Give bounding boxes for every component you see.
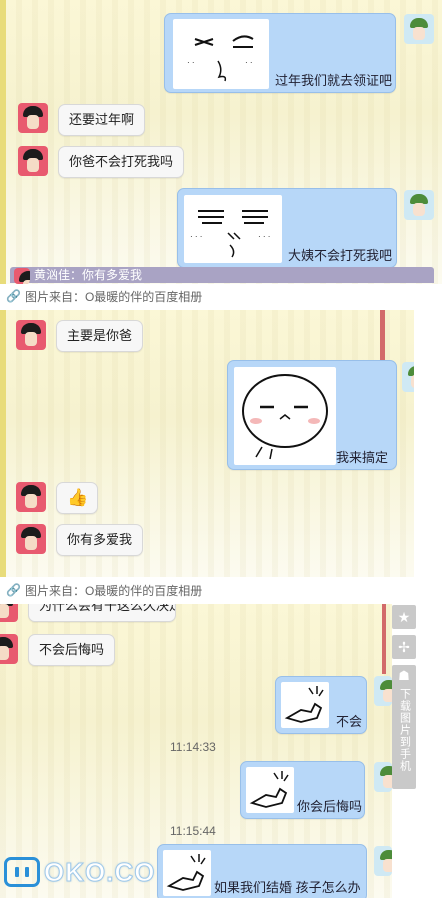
message-bubble: · · · · 过年我们就去领证吧 xyxy=(164,13,396,93)
download-to-phone-button[interactable]: ☗ 下载图片到手机 xyxy=(392,665,416,789)
squint-face-sticker: · · · · xyxy=(173,19,269,89)
squint-face-icon: · · · · · · xyxy=(190,210,270,258)
star-icon[interactable]: ★ xyxy=(392,605,416,629)
svg-text:· ·: · · xyxy=(245,58,253,67)
bun-face-icon xyxy=(242,374,328,460)
message-text: 不会 xyxy=(336,714,363,729)
move-icon[interactable]: ✢ xyxy=(392,635,416,659)
photo-source-caption: 🔗 图片来自：O最暖的伴的百度相册 xyxy=(0,285,420,307)
download-label: 下载图片到手机 xyxy=(398,688,411,772)
thumbs-up-icon: 👍 xyxy=(67,488,89,507)
avatar xyxy=(16,524,46,554)
avatar xyxy=(18,103,48,133)
timestamp: 11:14:33 xyxy=(170,740,216,754)
message-text: 过年我们就去领证吧 xyxy=(275,73,393,88)
photo-source-text[interactable]: 图片来自：O最暖的伴的百度相册 xyxy=(25,288,202,305)
avatar xyxy=(18,146,48,176)
avatar xyxy=(0,634,18,664)
side-toolbar: ★ ✢ ☗ 下载图片到手机 xyxy=(392,605,416,789)
message-bubble: 不会后悔吗 xyxy=(28,634,116,666)
message-text: 你会后悔吗 xyxy=(297,799,363,814)
android-icon: ☗ xyxy=(398,668,410,683)
timestamp: 11:15:44 xyxy=(170,824,216,838)
rage-hand-sticker xyxy=(281,682,329,728)
chat-screenshot-1: · · · · 过年我们就去领证吧 还要过年啊 你爸不会打死我吗 · · · ·… xyxy=(0,0,442,284)
message-bubble: · · · · · · 大姨不会打死我吧 xyxy=(177,188,397,268)
photo-source-caption: 🔗 图片来自：O最暖的伴的百度相册 xyxy=(0,579,420,601)
left-edge-bar xyxy=(0,310,6,577)
message-bubble: 你有多爱我 xyxy=(56,524,144,556)
message-bubble: 主要是你爸 xyxy=(56,320,144,352)
rage-hand-sticker xyxy=(163,850,211,896)
avatar xyxy=(404,14,434,44)
watermark-text: OKO.CO xyxy=(43,856,156,887)
fence-post xyxy=(382,604,386,674)
message-bubble: 👍 xyxy=(56,482,98,514)
avatar xyxy=(402,362,414,392)
avatar xyxy=(374,762,392,792)
message-bubble: 你会后悔吗 xyxy=(240,761,365,819)
svg-text:· · ·: · · · xyxy=(190,232,202,241)
avatar xyxy=(16,482,46,512)
avatar xyxy=(16,320,46,350)
squint-face-icon: · · · · xyxy=(187,35,254,82)
rage-hand-icon xyxy=(284,686,324,723)
bun-face-sticker xyxy=(234,367,336,465)
message-text: 我来搞定 xyxy=(336,450,389,465)
svg-text:· ·: · · xyxy=(187,58,195,67)
message-bubble: 我来搞定 xyxy=(227,360,397,470)
message-text: 大姨不会打死我吧 xyxy=(288,248,393,263)
rage-hand-icon xyxy=(249,771,289,808)
avatar xyxy=(374,676,392,706)
status-strip: 黄汹佳：你有多爱我 xyxy=(10,267,434,283)
avatar xyxy=(14,268,30,284)
avatar xyxy=(404,190,434,220)
photo-source-text[interactable]: 图片来自：O最暖的伴的百度相册 xyxy=(25,582,202,599)
message-bubble: 为什么会有干这么久决定 xyxy=(28,604,176,622)
rage-hand-sticker xyxy=(246,767,294,813)
chat-screenshot-2: 主要是你爸 我来搞定 👍 你有多爱我 xyxy=(0,310,414,577)
avatar xyxy=(374,846,392,876)
message-bubble: 还要过年啊 xyxy=(58,104,146,136)
message-text: 如果我们结婚 孩子怎么办 xyxy=(214,880,361,895)
watermark-logo-icon xyxy=(4,857,40,887)
rage-hand-icon xyxy=(166,854,206,891)
svg-text:· · ·: · · · xyxy=(258,232,270,241)
message-bubble: 你爸不会打死我吗 xyxy=(58,146,185,178)
chat-screenshot-3: 为什么会有干这么久决定 不会后悔吗 不会 11:14:33 你会后悔吗 11:1… xyxy=(0,604,392,898)
left-edge-bar xyxy=(0,0,6,284)
squint-face-sticker: · · · · · · xyxy=(184,195,282,263)
site-watermark: OKO.CO xyxy=(4,856,155,888)
link-icon: 🔗 xyxy=(6,289,21,303)
link-icon: 🔗 xyxy=(6,583,21,597)
message-bubble: 如果我们结婚 孩子怎么办 xyxy=(157,844,367,898)
message-bubble: 不会 xyxy=(275,676,367,734)
avatar xyxy=(0,604,18,622)
